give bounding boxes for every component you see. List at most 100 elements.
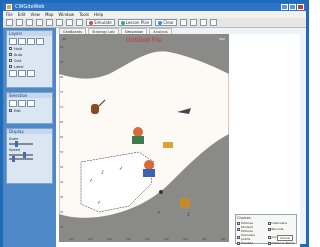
choices-legend: Choices Pictures Unknowns Student Pictur…: [235, 214, 297, 245]
object-figure-right[interactable]: [180, 198, 190, 208]
auto-checkbox[interactable]: [9, 53, 12, 56]
legend-label: Unknown points: [240, 233, 255, 241]
zoom-out-icon[interactable]: [189, 19, 197, 26]
select-icon[interactable]: [9, 100, 17, 107]
trumpet-figure[interactable]: [163, 142, 173, 148]
pointer-icon[interactable]: [9, 38, 17, 45]
y-axis-label: 85: [60, 60, 64, 64]
settings-icon[interactable]: [209, 19, 217, 26]
menu-edit[interactable]: Edit: [18, 11, 26, 18]
map-canvas[interactable]: ✓ ♪ ✓ ✓ ♪ ✓ Untitled File 40 300 90 85 80 7…: [59, 34, 229, 242]
grid-icon[interactable]: [199, 19, 207, 26]
app-window: CWGdeWeb File Edit View Map Window Tools…: [0, 0, 309, 247]
copy-icon[interactable]: [66, 19, 73, 26]
map-marker-a[interactable]: ✓: [89, 178, 93, 184]
x-axis-label: 150: [88, 237, 93, 241]
simulate-label: Simulate: [94, 19, 112, 25]
undo-icon[interactable]: [36, 19, 43, 26]
corner-label-left: 40: [62, 37, 66, 41]
eraser-icon: [158, 20, 163, 25]
lasso-icon[interactable]: [18, 100, 26, 107]
menu-tools[interactable]: Tools: [79, 11, 89, 18]
cancel-button[interactable]: Cancel: [276, 235, 293, 241]
legend-item[interactable]: Student Pictures: [237, 225, 265, 233]
label-checkbox[interactable]: [9, 65, 12, 68]
map-marker-e[interactable]: ♪: [187, 212, 190, 218]
menu-view[interactable]: View: [30, 11, 40, 18]
open-folder-icon[interactable]: [16, 19, 23, 26]
y-axis-label: 90: [60, 45, 64, 49]
grid-checkbox[interactable]: [9, 59, 12, 62]
x-axis-label: 250: [126, 237, 131, 241]
legend-item[interactable]: Unknown points: [237, 233, 265, 241]
auto-label: Auto: [14, 52, 23, 57]
menu-map[interactable]: Map: [45, 11, 53, 18]
app-icon: [6, 4, 12, 10]
shape-icon[interactable]: [36, 38, 44, 45]
scale-slider[interactable]: [9, 141, 33, 147]
menu-window[interactable]: Window: [58, 11, 74, 18]
legend-item[interactable]: Records: [267, 225, 296, 233]
y-axis-label: 50: [60, 165, 64, 169]
legend-checkbox[interactable]: [237, 227, 240, 231]
y-axis-label: 40: [60, 195, 64, 199]
canvas-area: ✓ ♪ ✓ ✓ ♪ ✓ Untitled File 40 300 90 85 80 7…: [56, 34, 300, 247]
legend-label: Student Pictures: [240, 225, 253, 233]
x-axis-labels: 100 150 200 250 300 350 400 450 500: [69, 237, 226, 241]
map-marker-c[interactable]: ✓: [119, 166, 123, 172]
legend-checkbox[interactable]: [267, 235, 271, 239]
x-axis-label: 500: [221, 237, 226, 241]
maximize-button[interactable]: [289, 4, 296, 10]
minimize-button[interactable]: [281, 4, 288, 10]
y-axis-label: 70: [60, 105, 64, 109]
redo-icon[interactable]: [46, 19, 53, 26]
map-marker-f[interactable]: ✓: [157, 210, 161, 216]
delete-icon[interactable]: [27, 70, 35, 77]
corner-label-right: 300: [219, 37, 225, 41]
zoom-in-icon[interactable]: [179, 19, 187, 26]
y-axis-label: 30: [60, 225, 64, 229]
grid-label: Grid: [14, 58, 22, 63]
hand-icon[interactable]: [18, 38, 26, 45]
toolbar: Simulate Lesson Plan Clear: [3, 18, 306, 28]
legend-checkbox[interactable]: [267, 227, 271, 231]
x-axis-label: 100: [69, 237, 74, 241]
map-marker-b[interactable]: ♪: [101, 170, 104, 176]
legend-checkbox[interactable]: [237, 235, 240, 239]
lesson-plan-button[interactable]: Lesson Plan: [117, 19, 153, 26]
cut-icon[interactable]: [56, 19, 63, 26]
hold-checkbox[interactable]: [9, 47, 12, 50]
sidebar: Layers Hold Auto Grid Label Selection Ed…: [3, 28, 56, 247]
speed-label: Speed: [9, 147, 20, 152]
filter-icon[interactable]: [27, 100, 35, 107]
map-marker-d[interactable]: ✓: [97, 200, 101, 206]
edit-checkbox[interactable]: [9, 109, 12, 112]
lesson-plan-label: Lesson Plan: [125, 19, 150, 25]
small-marker[interactable]: [159, 190, 163, 194]
clear-button[interactable]: Clear: [155, 19, 177, 26]
move-icon[interactable]: [9, 70, 17, 77]
menu-help[interactable]: Help: [94, 11, 103, 18]
extra-slider-thumb[interactable]: [12, 156, 15, 162]
rotate-icon[interactable]: [18, 70, 26, 77]
new-file-icon[interactable]: [6, 19, 13, 26]
y-axis-label: 80: [60, 75, 64, 79]
legend-checkbox[interactable]: [267, 241, 271, 245]
book-icon: [120, 20, 125, 25]
legend-checkbox[interactable]: [237, 241, 240, 245]
pencil-icon[interactable]: [27, 38, 35, 45]
window-title: CWGdeWeb: [15, 4, 45, 10]
legend-item[interactable]: Distance Name: [267, 241, 296, 245]
save-icon[interactable]: [26, 19, 33, 26]
legend-item[interactable]: Possibly: [237, 241, 265, 245]
menu-file[interactable]: File: [6, 11, 13, 18]
x-axis-label: 450: [202, 237, 207, 241]
label-label: Label: [14, 64, 24, 69]
paste-icon[interactable]: [76, 19, 83, 26]
scale-slider-thumb[interactable]: [15, 141, 18, 147]
scale-label: Scale: [9, 136, 19, 141]
simulate-button[interactable]: Simulate: [86, 19, 115, 26]
y-axis-label: 65: [60, 120, 64, 124]
close-button[interactable]: [297, 4, 304, 10]
extra-slider[interactable]: [9, 156, 33, 162]
